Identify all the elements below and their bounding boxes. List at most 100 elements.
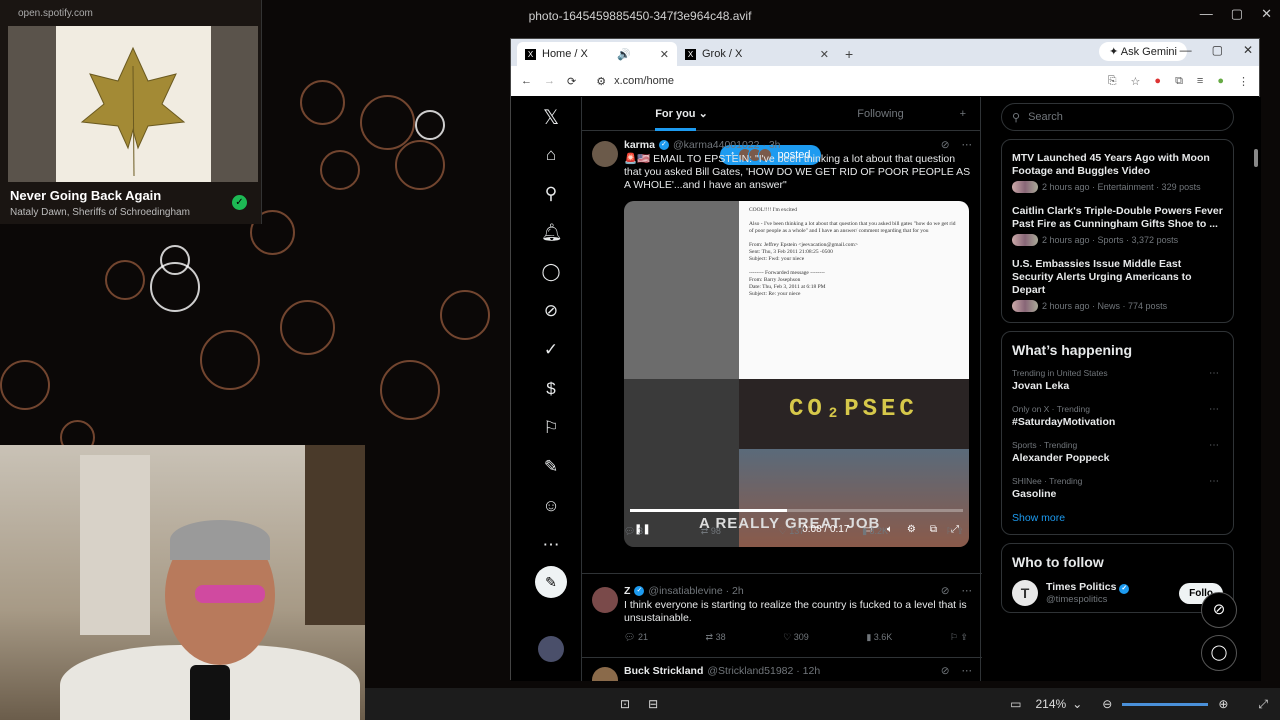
tweet[interactable]: karma ✓ @karma44001022 · 3h ⊘ ⋯ 🚨🇺🇸 EMAI… [582, 137, 982, 569]
reply-button[interactable]: 💬︎ 3 [624, 525, 643, 538]
close-icon[interactable]: ✕ [1261, 6, 1272, 22]
tab-grok-x[interactable]: X Grok / X ✕ [677, 42, 837, 66]
more-options-icon[interactable]: ⋯ [962, 585, 973, 598]
messages-icon[interactable]: ◯ [541, 262, 561, 282]
news-item[interactable]: U.S. Embassies Issue Middle East Securit… [1012, 258, 1223, 312]
more-options-icon[interactable]: ⋯ [1209, 476, 1219, 487]
forward-icon[interactable]: → [544, 75, 555, 87]
tab-for-you[interactable]: For you ⌄ [582, 97, 781, 131]
account-avatar[interactable] [538, 636, 564, 662]
text-select-icon[interactable]: ⊟ [648, 697, 658, 711]
back-icon[interactable]: ← [521, 75, 532, 87]
bookmark-button[interactable]: ⚐ ⇪ [950, 631, 968, 644]
money-icon[interactable]: $ [541, 379, 561, 399]
views-button[interactable]: ▮ 8.2K [862, 525, 888, 538]
tweet[interactable]: Z ✓ @insatiablevine · 2h ⊘ ⋯ I think eve… [582, 583, 982, 653]
more-options-icon[interactable]: ⋯ [962, 665, 973, 678]
account-avatar[interactable]: T [1012, 580, 1038, 606]
more-options-icon[interactable]: ⋯ [962, 139, 973, 152]
profile-icon[interactable]: ☺ [541, 496, 561, 516]
avatar[interactable] [592, 141, 618, 167]
maximize-icon[interactable]: ▢ [1212, 43, 1223, 57]
site-info-icon[interactable]: ⚙ [596, 75, 606, 88]
avatar[interactable] [592, 667, 618, 681]
trend-item[interactable]: SHINee · Trending Gasoline ⋯ [1012, 476, 1223, 500]
repost-button[interactable]: ⇄ 98 [701, 525, 721, 538]
trend-item[interactable]: Only on X · Trending #SaturdayMotivation… [1012, 404, 1223, 428]
tweet[interactable]: Buck Strickland @Strickland51982 · 12h ⊘… [582, 663, 982, 681]
url-field[interactable]: ⚙ x.com/home [588, 70, 1049, 92]
follow-suggestion[interactable]: T Times Politics ✓ @timespolitics Follo [1012, 580, 1223, 606]
x-logo-icon[interactable]: 𝕏 [541, 105, 561, 130]
premium-icon[interactable]: ✓ [541, 340, 561, 360]
home-icon[interactable]: ⌂ [541, 145, 561, 165]
zoom-slider[interactable] [1122, 702, 1209, 706]
compose-post-button[interactable]: ✎ [535, 566, 567, 598]
install-icon[interactable]: ⎘ [1108, 75, 1117, 88]
zoom-level[interactable]: 214% [1036, 697, 1067, 711]
views-button[interactable]: ▮ 3.6K [866, 631, 892, 644]
explore-icon[interactable]: ⚲ [541, 184, 561, 204]
tab-home-x[interactable]: X Home / X 🔊 ✕ [517, 42, 677, 66]
grok-fab-icon[interactable]: ⊘ [1201, 592, 1237, 628]
expand-icon[interactable]: ⤢ [1258, 697, 1268, 712]
more-options-icon[interactable]: ⋯ [1209, 404, 1219, 415]
zoom-out-icon[interactable]: ⊖ [1102, 697, 1112, 711]
video-progress-bar[interactable] [630, 509, 963, 512]
speaker-icon[interactable]: 🔊 [617, 48, 631, 61]
bookmark-star-icon[interactable]: ☆ [1131, 75, 1141, 88]
notifications-icon[interactable]: 🔔︎ [541, 223, 563, 243]
chevron-down-icon[interactable]: ⌄ [1072, 697, 1082, 711]
author-handle[interactable]: @Strickland51982 · 12h [707, 665, 820, 678]
trend-item[interactable]: Trending in United States Jovan Leka ⋯ [1012, 368, 1223, 392]
author-name[interactable]: karma [624, 139, 655, 152]
news-item[interactable]: Caitlin Clark's Triple-Double Powers Fev… [1012, 205, 1223, 246]
like-button[interactable]: ♡ 309 [783, 631, 809, 644]
author-name[interactable]: Z [624, 585, 630, 598]
grok-icon[interactable]: ⊘ [541, 301, 561, 321]
aspect-icon[interactable]: ▭ [1010, 697, 1021, 711]
new-tab-icon[interactable]: + [845, 46, 853, 62]
search-input[interactable]: ⚲ Search [1001, 103, 1234, 131]
author-handle[interactable]: @insatiablevine · 2h [648, 585, 743, 598]
more-icon[interactable]: ⋯ [541, 535, 561, 555]
saved-check-icon[interactable]: ✓ [232, 195, 247, 210]
ask-gemini-button[interactable]: ✦ Ask Gemini [1099, 42, 1187, 61]
like-button[interactable]: ♡ 137 [779, 525, 805, 538]
more-options-icon[interactable]: ⋯ [1209, 440, 1219, 451]
zoom-in-icon[interactable]: ⊕ [1218, 697, 1228, 711]
articles-icon[interactable]: ✎ [541, 457, 561, 477]
messages-fab-icon[interactable]: ◯ [1201, 635, 1237, 671]
repost-button[interactable]: ⇄ 38 [706, 631, 726, 644]
minimize-icon[interactable]: — [1200, 6, 1213, 22]
close-tab-icon[interactable]: ✕ [820, 48, 829, 61]
author-name[interactable]: Buck Strickland [624, 665, 703, 678]
maximize-icon[interactable]: ▢ [1231, 6, 1243, 22]
tab-following[interactable]: Following [781, 97, 980, 130]
close-tab-icon[interactable]: ✕ [660, 48, 669, 61]
reply-button[interactable]: 💬︎ 21 [624, 631, 648, 644]
menu-icon[interactable]: ⋮ [1238, 75, 1249, 88]
fit-icon[interactable]: ⊡ [620, 697, 630, 711]
tweet-video[interactable]: COOL!!!! I'm excited Also - I've been th… [624, 201, 969, 547]
extensions-icon[interactable]: ⧉ [1175, 75, 1183, 88]
bookmark-button[interactable]: ⚐ ⇪ [946, 525, 964, 538]
author-handle[interactable]: @karma44001022 · 3h [673, 139, 781, 152]
news-item[interactable]: MTV Launched 45 Years Ago with Moon Foot… [1012, 152, 1223, 193]
reading-list-icon[interactable]: ≡ [1197, 75, 1203, 88]
minimize-icon[interactable]: — [1180, 43, 1192, 57]
trend-item[interactable]: Sports · Trending Alexander Poppeck ⋯ [1012, 440, 1223, 464]
grok-icon[interactable]: ⊘ [941, 585, 950, 598]
avatar[interactable] [592, 587, 618, 613]
close-icon[interactable]: ✕ [1243, 43, 1253, 57]
extension-abp-icon[interactable]: ● [1154, 75, 1161, 88]
profile-icon[interactable]: ● [1217, 75, 1224, 88]
reload-icon[interactable]: ⟳ [567, 75, 576, 88]
grok-icon[interactable]: ⊘ [941, 665, 950, 678]
scrollbar[interactable] [1254, 149, 1258, 167]
add-tab-icon[interactable]: + [960, 97, 966, 131]
bookmarks-icon[interactable]: ⚐ [541, 418, 561, 438]
more-options-icon[interactable]: ⋯ [1209, 368, 1219, 379]
show-more-link[interactable]: Show more [1012, 512, 1223, 524]
grok-icon[interactable]: ⊘ [941, 139, 950, 152]
